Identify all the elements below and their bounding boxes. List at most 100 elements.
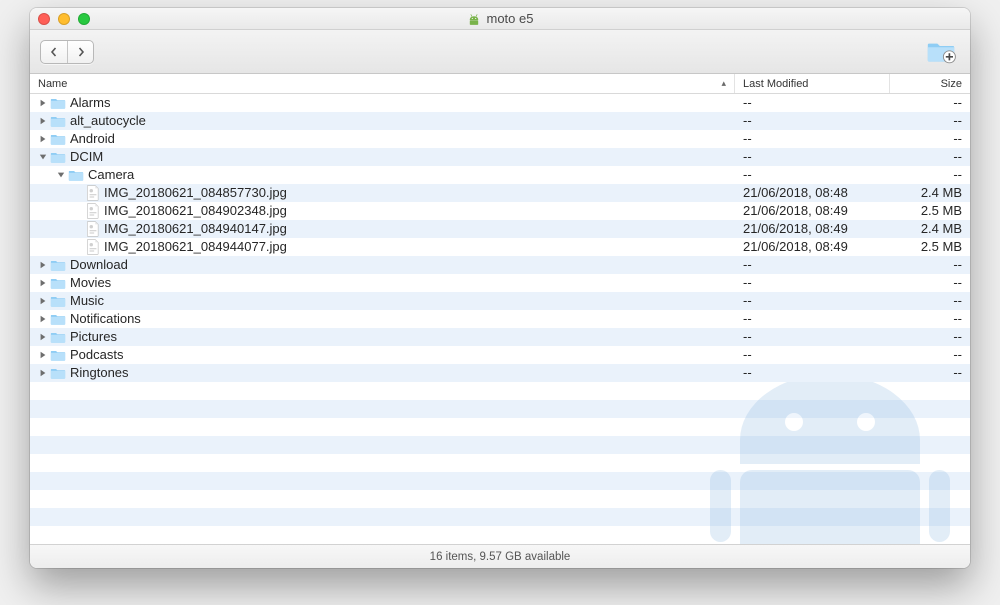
finder-window: moto e5 Name ▴ Last Modified Size <box>30 8 970 568</box>
folder-icon <box>68 169 84 182</box>
toolbar <box>30 30 970 74</box>
back-button[interactable] <box>41 41 67 63</box>
row-name-label: IMG_20180621_084857730.jpg <box>104 184 287 202</box>
android-icon <box>467 12 481 26</box>
chevron-left-icon <box>49 47 59 57</box>
folder-row[interactable]: Notifications---- <box>30 310 970 328</box>
row-size-label: 2.4 MB <box>890 220 970 238</box>
folder-icon <box>50 295 66 308</box>
minimize-window-button[interactable] <box>58 13 70 25</box>
row-modified-label: -- <box>735 292 890 310</box>
row-modified-label: -- <box>735 256 890 274</box>
image-file-icon <box>86 203 100 219</box>
titlebar[interactable]: moto e5 <box>30 8 970 30</box>
folder-plus-icon <box>926 40 956 64</box>
folder-row[interactable]: Ringtones---- <box>30 364 970 382</box>
disclosure-triangle-icon[interactable] <box>38 296 48 306</box>
row-size-label: -- <box>890 328 970 346</box>
folder-row[interactable]: Pictures---- <box>30 328 970 346</box>
row-size-label: -- <box>890 292 970 310</box>
file-row[interactable]: IMG_20180621_084857730.jpg 21/06/2018, 08… <box>30 184 970 202</box>
folder-row[interactable]: Podcasts---- <box>30 346 970 364</box>
file-list-pane[interactable]: Alarms----alt_autocycle----Android----DC… <box>30 94 970 544</box>
folder-icon <box>50 97 66 110</box>
row-modified-label: -- <box>735 364 890 382</box>
row-modified-label: -- <box>735 166 890 184</box>
disclosure-triangle-icon[interactable] <box>56 170 66 180</box>
file-row[interactable]: IMG_20180621_084902348.jpg21/06/2018, 08… <box>30 202 970 220</box>
window-controls <box>38 13 90 25</box>
row-name-label: Notifications <box>70 310 141 328</box>
status-bar: 16 items, 9.57 GB available <box>30 544 970 568</box>
row-name-label: Podcasts <box>70 346 123 364</box>
folder-icon <box>50 313 66 326</box>
folder-icon <box>50 349 66 362</box>
row-modified-label: 21/06/2018, 08:49 <box>735 220 890 238</box>
disclosure-triangle-icon[interactable] <box>38 116 48 126</box>
disclosure-triangle-icon[interactable] <box>38 134 48 144</box>
disclosure-triangle-icon[interactable] <box>38 98 48 108</box>
row-modified-label: -- <box>735 112 890 130</box>
row-modified-label: 21/06/2018, 08:49 <box>735 238 890 256</box>
folder-icon <box>50 367 66 380</box>
disclosure-triangle-icon[interactable] <box>38 278 48 288</box>
row-modified-label: 21/06/2018, 08:48 <box>735 184 890 202</box>
folder-row[interactable]: Download ---- <box>30 256 970 274</box>
folder-row[interactable]: Music ---- <box>30 292 970 310</box>
row-name-label: IMG_20180621_084902348.jpg <box>104 202 287 220</box>
folder-icon <box>50 151 66 164</box>
chevron-right-icon <box>76 47 86 57</box>
row-name-label: IMG_20180621_084944077.jpg <box>104 238 287 256</box>
disclosure-triangle-icon[interactable] <box>38 368 48 378</box>
row-name-label: Movies <box>70 274 111 292</box>
row-modified-label: -- <box>735 94 890 112</box>
folder-icon <box>50 133 66 146</box>
file-row[interactable]: IMG_20180621_084940147.jpg21/06/2018, 08… <box>30 220 970 238</box>
row-size-label: -- <box>890 112 970 130</box>
forward-button[interactable] <box>67 41 93 63</box>
column-header-modified[interactable]: Last Modified <box>735 74 890 93</box>
row-name-label: Music <box>70 292 104 310</box>
row-size-label: 2.5 MB <box>890 238 970 256</box>
row-name-label: Alarms <box>70 94 110 112</box>
row-name-label: Download <box>70 256 128 274</box>
folder-row[interactable]: Movies---- <box>30 274 970 292</box>
row-modified-label: -- <box>735 346 890 364</box>
folder-icon <box>50 115 66 128</box>
image-file-icon <box>86 221 100 237</box>
zoom-window-button[interactable] <box>78 13 90 25</box>
folder-icon <box>50 331 66 344</box>
row-size-label: -- <box>890 130 970 148</box>
disclosure-triangle-icon[interactable] <box>38 260 48 270</box>
disclosure-triangle-icon[interactable] <box>38 152 48 162</box>
disclosure-triangle-icon[interactable] <box>38 332 48 342</box>
row-modified-label: -- <box>735 274 890 292</box>
row-size-label: -- <box>890 256 970 274</box>
folder-row[interactable]: DCIM---- <box>30 148 970 166</box>
row-name-label: Android <box>70 130 115 148</box>
folder-row[interactable]: Camera---- <box>30 166 970 184</box>
row-size-label: -- <box>890 364 970 382</box>
folder-icon <box>50 259 66 272</box>
row-modified-label: -- <box>735 130 890 148</box>
new-folder-button[interactable] <box>922 38 960 66</box>
folder-row[interactable]: Android ---- <box>30 130 970 148</box>
status-bar-text: 16 items, 9.57 GB available <box>430 551 571 563</box>
folder-row[interactable]: alt_autocycle---- <box>30 112 970 130</box>
column-header-name-label: Name <box>38 78 67 90</box>
row-size-label: -- <box>890 148 970 166</box>
column-header-row: Name ▴ Last Modified Size <box>30 74 970 94</box>
row-size-label: -- <box>890 310 970 328</box>
disclosure-triangle-icon[interactable] <box>38 314 48 324</box>
disclosure-triangle-icon[interactable] <box>38 350 48 360</box>
column-header-size[interactable]: Size <box>890 74 970 93</box>
column-header-modified-label: Last Modified <box>743 78 808 90</box>
nav-segment <box>40 40 94 64</box>
file-row[interactable]: IMG_20180621_084944077.jpg 21/06/2018, 08… <box>30 238 970 256</box>
image-file-icon <box>86 185 100 201</box>
close-window-button[interactable] <box>38 13 50 25</box>
row-name-label: Camera <box>88 166 134 184</box>
folder-row[interactable]: Alarms---- <box>30 94 970 112</box>
row-modified-label: -- <box>735 148 890 166</box>
column-header-name[interactable]: Name ▴ <box>30 74 735 93</box>
